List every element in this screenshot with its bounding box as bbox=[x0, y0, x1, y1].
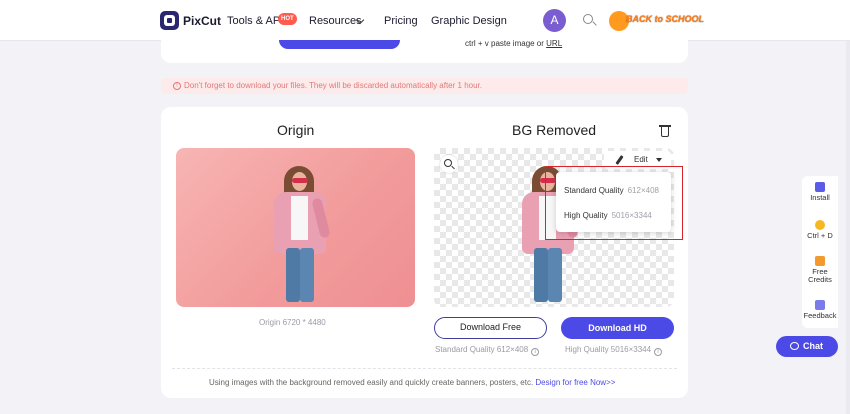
design-now-link[interactable]: Design for free Now>> bbox=[535, 378, 615, 387]
bg-removed-title: BG Removed bbox=[512, 122, 597, 138]
trash-icon[interactable] bbox=[659, 124, 671, 137]
bookmark-label: Ctrl + D bbox=[807, 231, 833, 240]
footer-promo: Using images with the background removed… bbox=[209, 378, 615, 387]
upload-image-button[interactable] bbox=[279, 40, 400, 49]
free-credits-button[interactable]: Free Credits bbox=[802, 256, 838, 284]
zoom-in-button[interactable] bbox=[440, 155, 458, 173]
original-image bbox=[176, 148, 415, 307]
nav-pricing[interactable]: Pricing bbox=[384, 15, 418, 27]
nav-graphic-design[interactable]: Graphic Design bbox=[431, 15, 507, 27]
bookmark-button[interactable]: Ctrl + D bbox=[802, 220, 838, 240]
chat-label: Chat bbox=[803, 341, 823, 351]
search-icon[interactable] bbox=[583, 14, 593, 24]
info-icon[interactable]: i bbox=[654, 348, 663, 356]
info-icon[interactable]: i bbox=[531, 348, 540, 356]
footer-text: Using images with the background removed… bbox=[209, 378, 536, 387]
gift-icon bbox=[815, 256, 825, 266]
free-quality-caption: Standard Quality 612×408 i bbox=[435, 345, 540, 356]
hot-badge: HOT bbox=[278, 13, 297, 25]
highlight-annotation bbox=[545, 166, 683, 240]
nav-resources[interactable]: Resources bbox=[309, 15, 362, 27]
scrollbar[interactable] bbox=[846, 41, 850, 414]
install-button[interactable]: Install bbox=[802, 182, 838, 202]
install-label: Install bbox=[810, 193, 830, 202]
free-quality-text: Standard Quality 612×408 bbox=[435, 345, 529, 354]
pixcut-logo-icon[interactable] bbox=[160, 11, 179, 30]
free-credits-label-2: Credits bbox=[808, 275, 832, 284]
origin-size-caption: Origin 6720 * 4480 bbox=[259, 318, 326, 327]
back-to-school-promo[interactable]: BACK to SCHOOL bbox=[609, 10, 704, 32]
origin-title: Origin bbox=[277, 122, 315, 138]
download-hd-button[interactable]: Download HD bbox=[561, 317, 674, 339]
side-toolbar: Install Ctrl + D Free Credits Feedback bbox=[802, 176, 838, 328]
feedback-button[interactable]: Feedback bbox=[802, 300, 838, 320]
brush-icon bbox=[615, 155, 624, 165]
chat-icon bbox=[790, 342, 799, 350]
feedback-label: Feedback bbox=[803, 311, 837, 320]
top-nav: PixCut Tools & API HOT Resources Pricing… bbox=[0, 0, 850, 41]
paste-hint: ctrl + v paste image or URL bbox=[465, 39, 562, 48]
hd-quality-caption: High Quality 5016×3344 i bbox=[565, 345, 663, 356]
download-notice: ! Don't forget to download your files. T… bbox=[161, 78, 688, 94]
download-free-button[interactable]: Download Free bbox=[434, 317, 547, 339]
brand-name[interactable]: PixCut bbox=[183, 14, 221, 28]
star-icon bbox=[815, 220, 825, 230]
warning-icon: ! bbox=[173, 82, 181, 90]
promo-text: BACK to SCHOOL bbox=[626, 14, 704, 24]
notice-text: Don't forget to download your files. The… bbox=[184, 81, 482, 90]
paste-hint-text: ctrl + v paste image or bbox=[465, 39, 547, 48]
chat-button[interactable]: Chat bbox=[776, 336, 838, 357]
caret-down-icon bbox=[656, 158, 662, 162]
avatar[interactable]: A bbox=[543, 9, 566, 32]
divider bbox=[172, 368, 677, 369]
edit-label: Edit bbox=[634, 155, 648, 164]
upload-card bbox=[161, 40, 688, 63]
zoom-icon bbox=[444, 159, 452, 167]
hd-quality-text: High Quality 5016×3344 bbox=[565, 345, 652, 354]
woman-figure bbox=[260, 148, 340, 307]
url-link[interactable]: URL bbox=[546, 39, 562, 48]
feedback-icon bbox=[815, 300, 825, 310]
install-icon bbox=[815, 182, 825, 192]
nav-tools-api[interactable]: Tools & API bbox=[227, 15, 283, 27]
